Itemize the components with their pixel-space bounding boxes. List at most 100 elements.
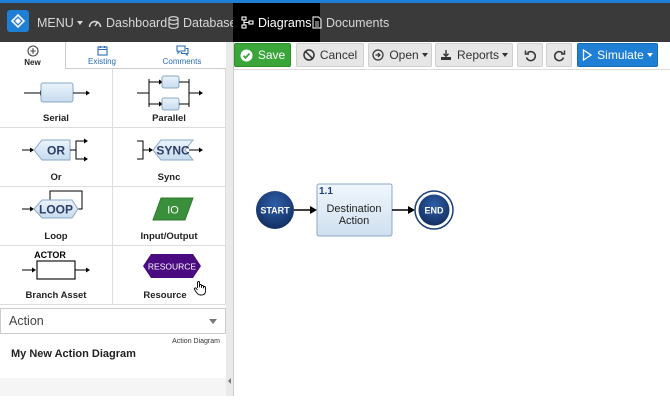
chevron-down-icon [76, 20, 83, 25]
save-button[interactable]: Save [234, 43, 291, 67]
check-circle-icon [240, 49, 253, 61]
nav-diagrams[interactable]: Diagrams [233, 3, 320, 42]
cancel-button[interactable]: Cancel [296, 43, 364, 67]
nav-documents[interactable]: Documents [312, 3, 389, 42]
palette-branch-asset-label: Branch Asset [25, 290, 87, 301]
nav-dashboard[interactable]: Dashboard [88, 3, 167, 42]
redo-button[interactable] [546, 43, 572, 67]
action-node[interactable]: 1.1 Destination Action [316, 183, 393, 237]
nav-diagrams-label: Diagrams [258, 15, 312, 30]
connector-action-end [392, 206, 415, 214]
open-dropdown-button[interactable]: Open [368, 43, 432, 67]
palette-serial[interactable]: Serial [0, 69, 113, 128]
palette-loop-label: Loop [44, 231, 68, 242]
loop-shape-icon: LOOP [22, 190, 83, 219]
top-navbar: MENU Dashboard Database Diagrams Documen… [0, 0, 670, 42]
end-node-label: END [424, 206, 444, 216]
palette-sync[interactable]: SYNC Sync [113, 128, 226, 187]
arrow-circle-right-icon [372, 49, 384, 61]
diagram-icon [241, 16, 254, 29]
palette-parallel[interactable]: Parallel [113, 69, 226, 128]
simulate-dropdown-button[interactable]: Simulate [577, 43, 658, 67]
comments-icon [175, 45, 189, 56]
palette-resource[interactable]: RESOURCE Resource [113, 246, 226, 305]
serial-shape-icon [24, 82, 90, 103]
chevron-down-icon [646, 53, 653, 57]
collapse-arrow-icon[interactable] [228, 378, 231, 384]
diagram-svg: START 1.1 Destination Action END [256, 183, 454, 237]
actor-shape-text: ACTOR [34, 250, 66, 260]
nav-database-label: Database [183, 15, 237, 30]
reports-label: Reports [456, 48, 500, 62]
diagram-canvas[interactable]: START 1.1 Destination Action END [234, 69, 670, 396]
palette-serial-label: Serial [43, 113, 69, 124]
diagram-type-select[interactable]: Action [0, 308, 226, 334]
tab-comments[interactable]: Comments [138, 42, 226, 69]
panel-tabs: New Existing Comments [0, 42, 226, 69]
diagram-type-value: Action [9, 314, 44, 328]
palette-or[interactable]: OR Or [0, 128, 113, 187]
tab-new[interactable]: New [0, 42, 66, 69]
plus-circle-icon [26, 44, 39, 57]
palette-or-label: Or [50, 172, 62, 183]
document-name: My New Action Diagram [11, 348, 136, 360]
database-icon [168, 16, 179, 29]
palette-sync-label: Sync [157, 172, 181, 183]
cancel-label: Cancel [319, 48, 358, 62]
resource-shape-icon: RESOURCE [143, 254, 201, 278]
actor-shape-icon: ACTOR [22, 250, 90, 280]
action-node-number: 1.1 [319, 186, 333, 197]
palette-parallel-label: Parallel [152, 113, 186, 124]
reports-dropdown-button[interactable]: Reports [435, 43, 513, 67]
document-icon [312, 16, 322, 29]
palette-input-output[interactable]: IO Input/Output [113, 187, 226, 246]
parallel-shape-icon [137, 75, 203, 111]
chevron-down-icon [209, 319, 217, 324]
diagram-toolbar: Save Cancel Open Reports Simulate [234, 42, 670, 69]
menu-label: MENU [37, 15, 74, 30]
calendar-icon [96, 46, 108, 56]
nav-database[interactable]: Database [168, 3, 237, 42]
io-shape-icon: IO [152, 197, 194, 221]
panel-splitter[interactable] [226, 42, 234, 396]
document-info: Action Diagram My New Action Diagram [0, 334, 226, 378]
tab-existing[interactable]: Existing [66, 42, 138, 69]
simulate-label: Simulate [597, 48, 644, 62]
tab-existing-label: Existing [87, 57, 116, 66]
ban-icon [303, 49, 315, 61]
action-node-line2: Action [339, 215, 370, 227]
end-node[interactable]: END [414, 190, 454, 230]
hand-cursor-icon [193, 281, 206, 296]
menu-dropdown[interactable]: MENU [37, 3, 83, 42]
shape-palette-panel: New Existing Comments Serial Parallel OR… [0, 42, 228, 396]
or-shape-icon: OR [22, 138, 88, 162]
play-icon [583, 49, 593, 61]
save-label: Save [257, 48, 286, 62]
panel-footer [0, 378, 226, 396]
sync-shape-text: SYNC [156, 144, 190, 158]
app-logo-icon[interactable] [7, 10, 29, 32]
tab-new-label: New [24, 57, 41, 67]
or-shape-text: OR [47, 144, 65, 158]
redo-icon [553, 50, 565, 61]
download-icon [440, 50, 451, 60]
start-node[interactable]: START [256, 191, 294, 229]
nav-documents-label: Documents [326, 15, 390, 30]
undo-icon [524, 50, 536, 61]
open-label: Open [389, 48, 419, 62]
palette-input-output-label: Input/Output [140, 231, 198, 242]
io-shape-text: IO [167, 205, 179, 217]
resource-shape-text: RESOURCE [148, 262, 197, 272]
chevron-down-icon [502, 53, 509, 57]
chevron-down-icon [421, 53, 428, 57]
document-type: Action Diagram [172, 338, 220, 345]
tab-comments-label: Comments [162, 57, 202, 66]
undo-button[interactable] [517, 43, 543, 67]
dashboard-icon [88, 20, 102, 27]
loop-shape-text: LOOP [39, 203, 73, 217]
nav-dashboard-label: Dashboard [106, 15, 168, 30]
start-node-label: START [260, 206, 290, 216]
palette-branch-asset[interactable]: ACTOR Branch Asset [0, 246, 113, 305]
connector-start-action [294, 206, 317, 214]
palette-loop[interactable]: LOOP Loop [0, 187, 113, 246]
